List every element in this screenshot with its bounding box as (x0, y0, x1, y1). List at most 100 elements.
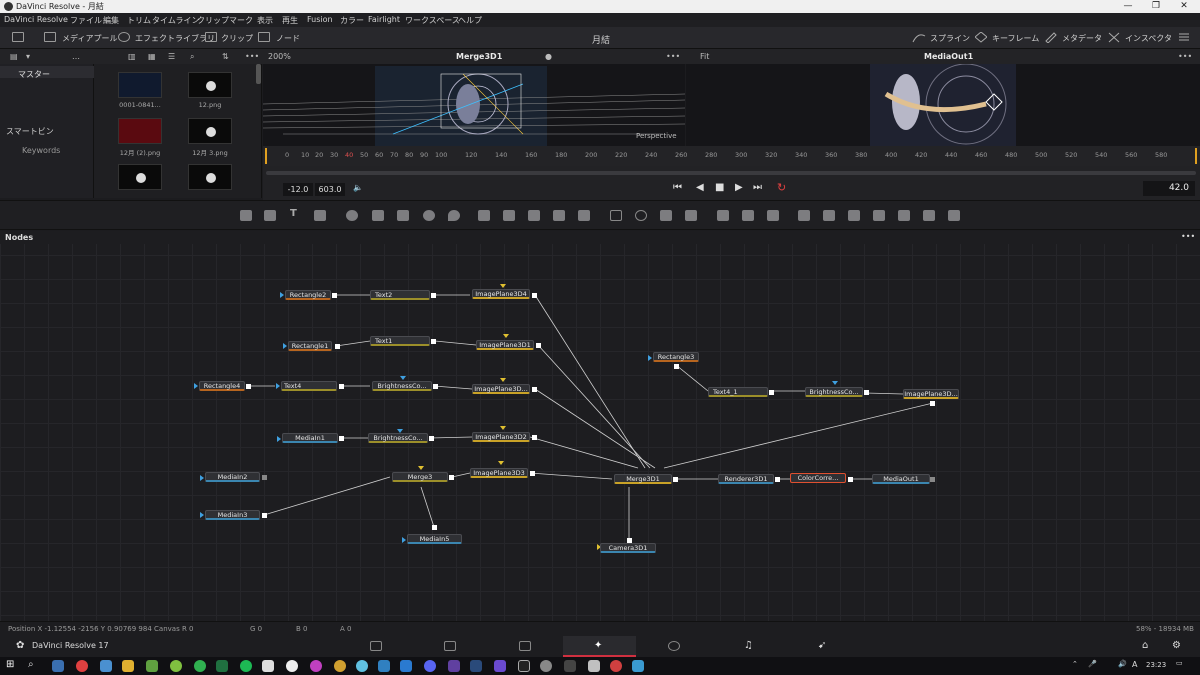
menu-mark[interactable]: マーク (229, 15, 253, 26)
spline-icon[interactable] (912, 32, 926, 43)
media-page-icon[interactable] (370, 641, 382, 651)
rectangle-mask-icon[interactable] (610, 210, 622, 221)
menu-playback[interactable]: 再生 (282, 15, 298, 26)
restore-button[interactable]: ❐ (1142, 0, 1170, 13)
folder-taskbar-icon[interactable] (122, 660, 134, 672)
app-taskbar-icon[interactable] (610, 660, 622, 672)
node-imageplane3d[interactable]: ImagePlane3D... (472, 384, 530, 394)
viewer-left-more-button[interactable]: ••• (666, 52, 680, 61)
effects-library-button[interactable]: エフェクトライブラリ (135, 33, 215, 44)
matte-control-tool-icon[interactable] (528, 210, 540, 221)
clip-thumbnail[interactable] (118, 72, 162, 98)
node-output-port[interactable] (532, 435, 537, 440)
clip-thumbnail[interactable] (118, 118, 162, 144)
panel-toggle-icon[interactable] (12, 32, 24, 42)
node-output-port[interactable] (246, 384, 251, 389)
viewer-left-mode-icon[interactable]: ● (545, 52, 552, 61)
resolve-taskbar-icon[interactable] (52, 660, 64, 672)
node-mediain1[interactable]: MediaIn1 (282, 433, 338, 443)
node-output-port[interactable] (536, 343, 541, 348)
node-brightness-contrast[interactable]: BrightnessCo... (372, 381, 432, 391)
menu-fairlight[interactable]: Fairlight (368, 15, 400, 24)
effects-library-icon[interactable] (118, 32, 130, 42)
node-output-port[interactable] (673, 477, 678, 482)
inspector-icon[interactable] (1108, 32, 1120, 43)
app-taskbar-icon[interactable] (540, 660, 552, 672)
node-output-port[interactable] (930, 477, 935, 482)
menu-help[interactable]: ヘルプ (458, 15, 482, 26)
node-imageplane3d[interactable]: ImagePlane3D... (903, 389, 959, 399)
node-output-port[interactable] (930, 401, 935, 406)
tray-chevron-icon[interactable]: ⌃ (1072, 660, 1078, 668)
line-taskbar-icon[interactable] (194, 660, 206, 672)
fairlight-page-icon[interactable]: ♫ (744, 640, 753, 651)
clip-thumbnail[interactable] (188, 164, 232, 190)
paint-tool-icon[interactable] (314, 210, 326, 221)
node-mediain5[interactable]: MediaIn5 (407, 534, 462, 544)
volume-icon[interactable]: 🔊 (1118, 660, 1127, 668)
node-rectangle4[interactable]: Rectangle4 (199, 381, 245, 391)
renderer3d-tool-icon[interactable] (923, 210, 935, 221)
fusion-page-tab[interactable]: ✦ (563, 636, 636, 657)
nodes-button[interactable]: ノード (276, 33, 300, 44)
bin-master[interactable]: マスター (18, 69, 50, 80)
node-output-port[interactable] (262, 475, 267, 480)
clips-icon[interactable] (205, 32, 217, 42)
color-page-icon[interactable] (668, 641, 680, 651)
node-output-port[interactable] (532, 293, 537, 298)
node-output-port[interactable] (429, 436, 434, 441)
menu-workspace[interactable]: ワークスペース (405, 15, 460, 26)
resize-tool-icon[interactable] (553, 210, 565, 221)
node-brightness-contrast[interactable]: BrightnessCo... (368, 433, 428, 443)
node-merge3[interactable]: Merge3 (392, 472, 448, 482)
clips-button[interactable]: クリップ (221, 33, 253, 44)
view-list-icon[interactable]: ▥ (128, 52, 136, 61)
clock-time[interactable]: 23:23 (1146, 661, 1166, 669)
app-taskbar-icon[interactable] (632, 660, 644, 672)
menu-view[interactable]: 表示 (257, 15, 273, 26)
metadata-button[interactable]: メタデータ (1062, 33, 1102, 44)
vscode-taskbar-icon[interactable] (400, 660, 412, 672)
node-output-port[interactable] (431, 293, 436, 298)
gradient-tool-icon[interactable] (372, 210, 384, 221)
media-pool-button[interactable]: メディアプール (62, 33, 117, 44)
menu-fusion[interactable]: Fusion (307, 15, 333, 24)
node-output-port[interactable] (432, 525, 437, 530)
app-taskbar-icon[interactable] (170, 660, 182, 672)
node-text4-1[interactable]: Text4_1 (708, 387, 768, 397)
node-rectangle1[interactable]: Rectangle1 (288, 341, 332, 351)
out-time-field[interactable]: 603.0 (315, 183, 345, 196)
audio-icon[interactable]: 🔈 (353, 183, 363, 192)
node-output-port[interactable] (627, 538, 632, 543)
clip-thumbnail[interactable] (188, 118, 232, 144)
node-brightness-contrast[interactable]: BrightnessCo... (805, 387, 863, 397)
view-detail-icon[interactable]: ☰ (168, 52, 175, 61)
text3d-tool-icon[interactable] (823, 210, 835, 221)
excel-taskbar-icon[interactable] (216, 660, 228, 672)
app-taskbar-icon[interactable] (310, 660, 322, 672)
brightness-tool-icon[interactable] (423, 210, 435, 221)
media-pool-icon[interactable] (44, 32, 56, 42)
media-pool-more-button[interactable]: ••• (245, 52, 259, 61)
app-taskbar-icon[interactable] (588, 660, 600, 672)
node-imageplane3d2[interactable]: ImagePlane3D2 (472, 432, 530, 442)
ime-indicator[interactable]: A (1132, 660, 1137, 669)
node-output-port[interactable] (449, 475, 454, 480)
node-output-port[interactable] (339, 436, 344, 441)
node-output-port[interactable] (864, 390, 869, 395)
node-output-port[interactable] (530, 471, 535, 476)
stop-icon[interactable]: ■ (715, 182, 724, 193)
node-text2[interactable]: Text2 (370, 290, 430, 300)
app-taskbar-icon[interactable] (146, 660, 158, 672)
shape3d-tool-icon[interactable] (798, 210, 810, 221)
app-taskbar-icon[interactable] (356, 660, 368, 672)
channel-boolean-tool-icon[interactable] (503, 210, 515, 221)
menu-edit[interactable]: 編集 (103, 15, 119, 26)
node-imageplane3d3[interactable]: ImagePlane3D3 (470, 468, 528, 478)
go-to-end-icon[interactable]: ⏭ (753, 182, 762, 193)
planar-tracker-icon[interactable] (742, 210, 754, 221)
imageplane3d-tool-icon[interactable] (898, 210, 910, 221)
node-mediaout1[interactable]: MediaOut1 (872, 474, 930, 484)
node-camera3d1[interactable]: Camera3D1 (600, 543, 656, 553)
node-imageplane3d1[interactable]: ImagePlane3D1 (476, 340, 534, 350)
